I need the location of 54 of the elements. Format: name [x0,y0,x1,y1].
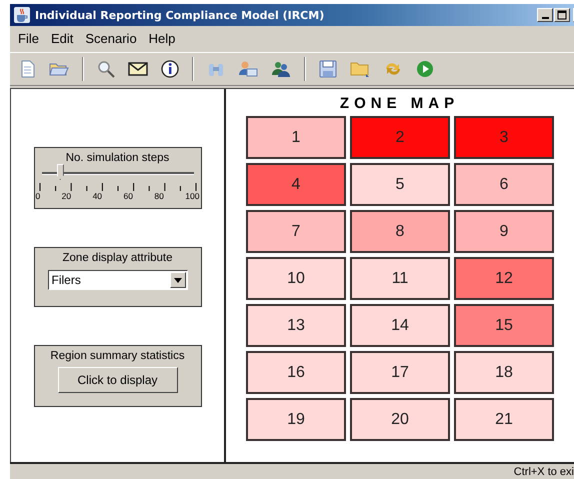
minimize-icon [542,17,548,19]
maximize-button[interactable] [554,8,570,22]
menu-item[interactable]: Edit [44,30,80,46]
dropdown-arrow-icon [174,278,182,282]
attribute-dropdown[interactable]: Filers [48,270,188,290]
people-icon[interactable] [271,60,291,78]
zone-tile[interactable]: 21 [454,398,554,441]
menu-item[interactable]: Scenario [79,30,143,46]
tick-label: 100 [185,191,200,201]
zone-tile[interactable]: 18 [454,351,554,394]
minimize-button[interactable] [537,8,553,22]
zone-tile[interactable]: 10 [246,257,346,300]
tick-label: 60 [123,191,133,201]
info-icon[interactable] [161,60,179,78]
open-folder-icon[interactable] [49,61,69,77]
display-button[interactable]: Click to display [58,367,178,393]
status-hint: Ctrl+X to exi [514,466,574,478]
zone-tile[interactable]: 12 [454,257,554,300]
map-title: ZONE MAP [338,94,460,114]
zone-tile[interactable]: 3 [454,116,554,159]
zone-tile[interactable]: 4 [246,163,346,206]
zone-tile[interactable]: 14 [350,304,450,347]
zone-tile[interactable]: 1 [246,116,346,159]
zone-tile[interactable]: 15 [454,304,554,347]
coffee-cup-icon [14,7,30,23]
zone-tile[interactable]: 13 [246,304,346,347]
attribute-label: Zone display attribute [62,252,172,264]
menu-item[interactable]: File [12,30,45,46]
zone-tile[interactable]: 17 [350,351,450,394]
slider-label: No. simulation steps [66,152,170,164]
play-icon[interactable] [416,60,434,78]
maximize-icon [557,10,567,20]
slider-thumb[interactable] [56,164,64,180]
person-card-icon[interactable] [238,60,258,78]
zone-tile[interactable]: 11 [350,257,450,300]
zone-tile[interactable]: 16 [246,351,346,394]
zone-tile[interactable]: 19 [246,398,346,441]
zone-tile[interactable]: 6 [454,163,554,206]
tick-label: 20 [62,191,72,201]
zone-tile[interactable]: 5 [350,163,450,206]
zone-tile[interactable]: 9 [454,210,554,253]
tick-label: 80 [154,191,164,201]
menu-item[interactable]: Help [142,30,182,46]
window-title: Individual Reporting Compliance Model (IRCM) [35,8,324,22]
tick-label: 0 [36,191,40,201]
zone-tile[interactable]: 8 [350,210,450,253]
document-icon[interactable] [20,60,36,78]
zone-tile[interactable]: 20 [350,398,450,441]
envelope-icon[interactable] [128,62,148,76]
search-icon[interactable] [97,60,115,78]
zone-tile[interactable]: 2 [350,116,450,159]
zone-tile[interactable]: 7 [246,210,346,253]
tick-label: 40 [92,191,102,201]
summary-label: Region summary statistics [50,350,185,362]
